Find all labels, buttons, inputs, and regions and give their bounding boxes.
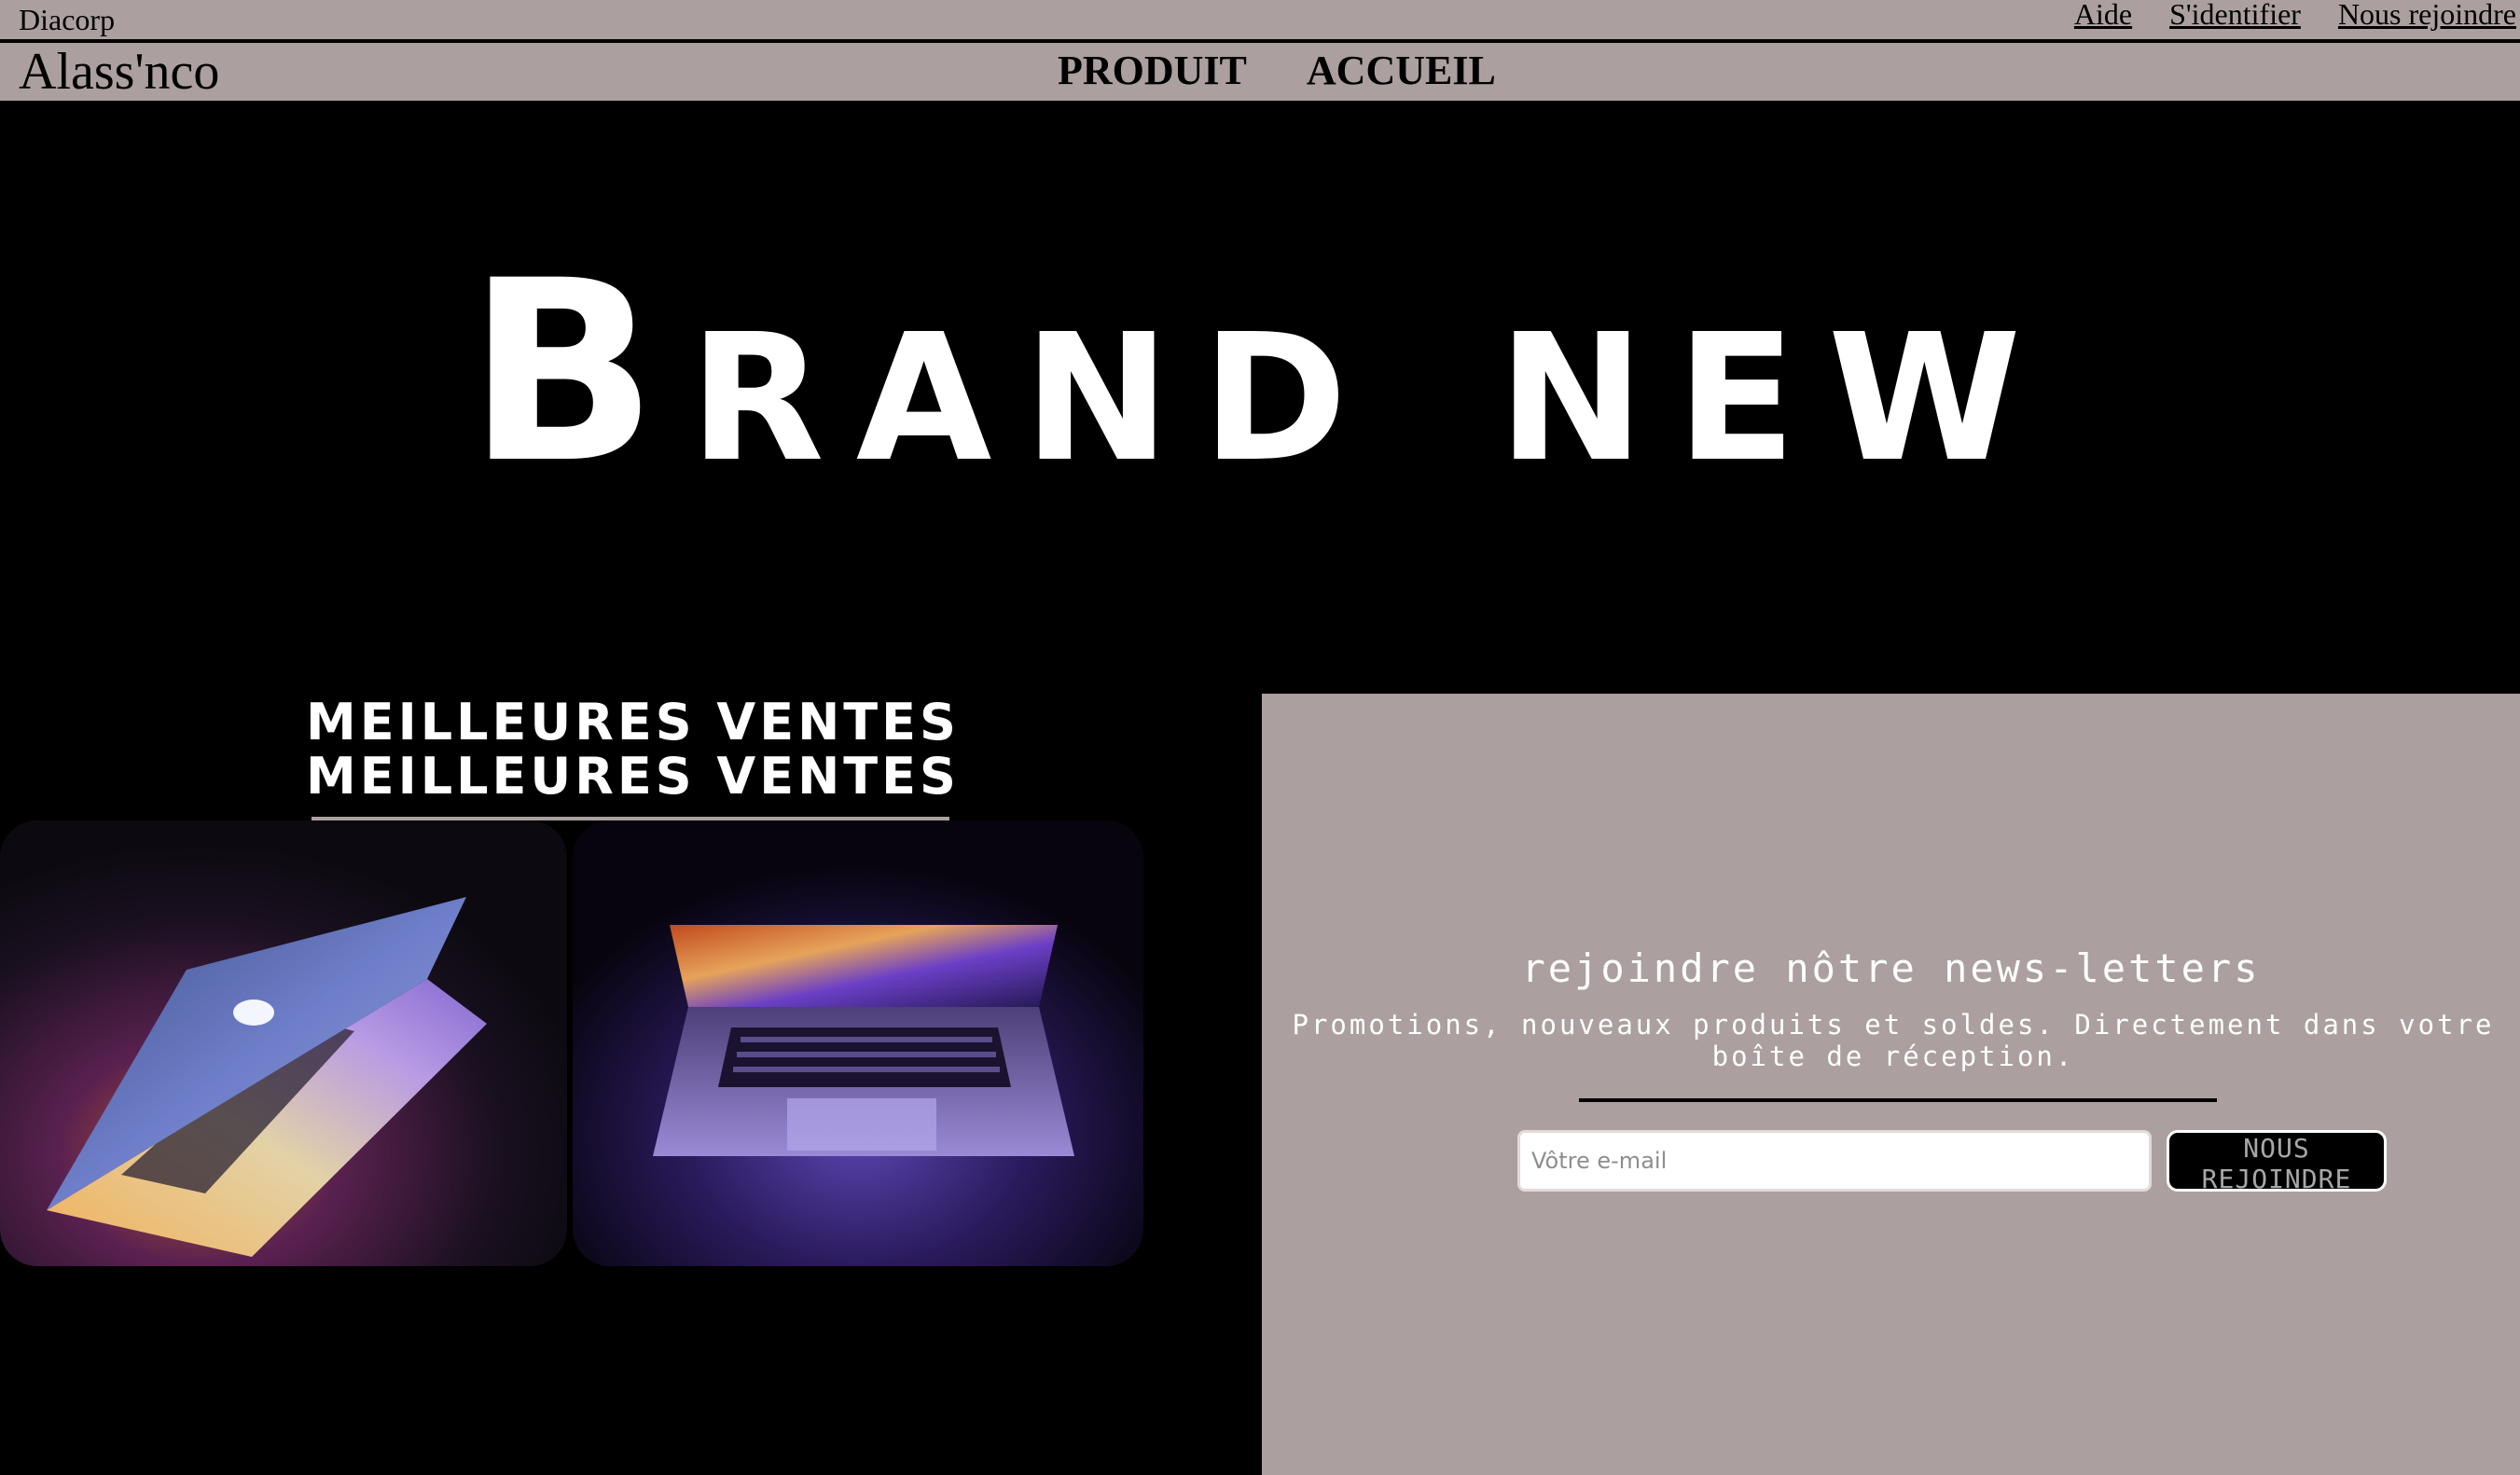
join-newsletter-button[interactable]: NOUS REJOINDRE xyxy=(2167,1130,2387,1194)
company-name: Diacorp xyxy=(19,3,116,36)
laptop-side-image xyxy=(0,820,567,1266)
nav-item-accueil[interactable]: ACCUEIL xyxy=(1307,43,1496,99)
product-card-laptop-front[interactable] xyxy=(573,820,1143,1266)
newsletter-divider xyxy=(1579,1098,2217,1102)
main-nav: PRODUIT ACCUEIL xyxy=(1058,43,1496,99)
laptop-front-image xyxy=(573,820,1143,1266)
best-sellers-title-line: MEILLEURES VENTES xyxy=(306,747,960,806)
newsletter-title: rejoindre nôtre news-letters xyxy=(1521,945,2261,991)
nav-item-produit[interactable]: PRODUIT xyxy=(1058,43,1247,99)
newsletter-form: NOUS REJOINDRE xyxy=(1517,1130,2387,1194)
top-bar: Diacorp Aide S'identifier Nous rejoindre xyxy=(0,0,2520,41)
best-sellers-title-line: MEILLEURES VENTES xyxy=(306,693,960,751)
help-link[interactable]: Aide xyxy=(2074,0,2132,32)
sign-in-link[interactable]: S'identifier xyxy=(2169,0,2301,32)
best-sellers-heading: MEILLEURES VENTES MEILLEURES VENTES xyxy=(306,693,960,806)
newsletter-section: rejoindre nôtre news-letters Promotions,… xyxy=(1262,694,2520,1475)
hero-title: Brand new xyxy=(466,227,2054,518)
join-us-link[interactable]: Nous rejoindre xyxy=(2338,0,2516,32)
main-navbar: Alass'nco PRODUIT ACCUEIL xyxy=(0,43,2520,101)
newsletter-description: Promotions, nouveaux produits et soldes.… xyxy=(1292,1009,2495,1072)
email-input[interactable] xyxy=(1517,1130,2152,1192)
product-card-laptop-side[interactable] xyxy=(0,820,567,1266)
top-links: Aide S'identifier Nous rejoindre xyxy=(2074,0,2516,32)
site-logo[interactable]: Alass'nco xyxy=(19,43,219,101)
